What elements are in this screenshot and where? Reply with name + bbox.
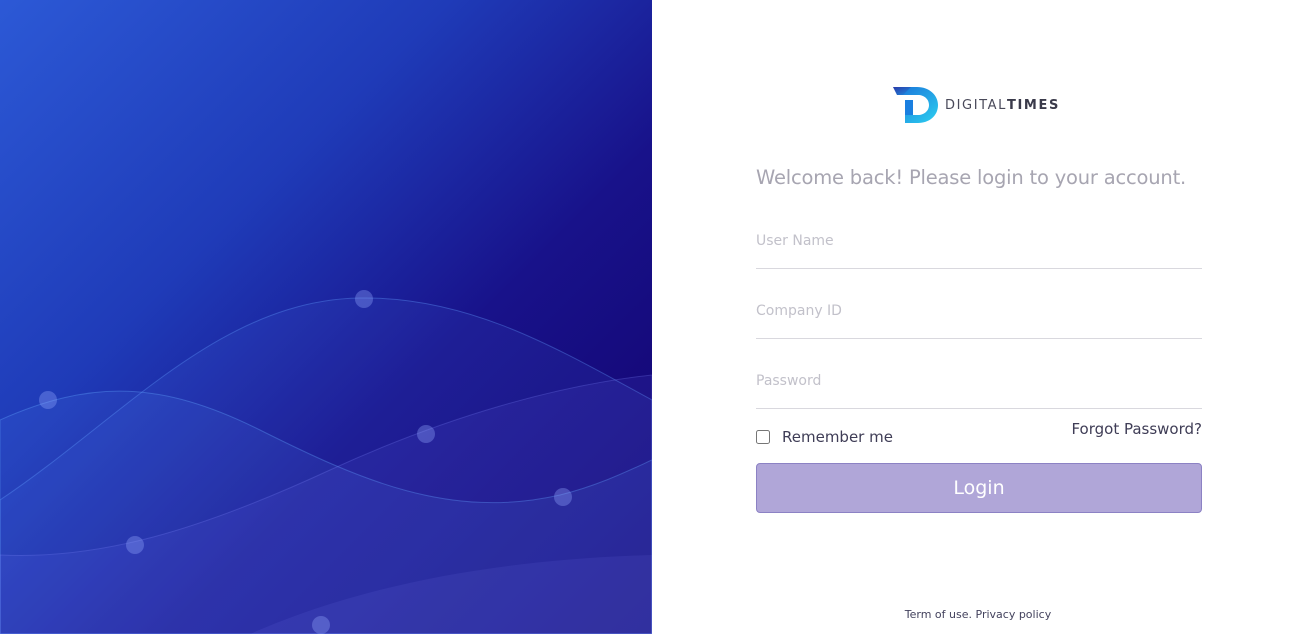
hero-background — [0, 0, 652, 634]
wave-dot — [312, 616, 330, 634]
terms-of-use-link[interactable]: Term of use. — [905, 608, 972, 621]
remember-me-row: Remember me — [756, 428, 893, 446]
welcome-heading: Welcome back! Please login to your accou… — [756, 166, 1187, 189]
login-panel: DIGITALTIMES Welcome back! Please login … — [652, 0, 1304, 634]
remember-me-checkbox[interactable] — [756, 430, 770, 444]
username-field-wrapper — [756, 226, 1202, 269]
password-input[interactable] — [756, 366, 1202, 396]
wave-illustration — [0, 290, 652, 634]
remember-me-label[interactable]: Remember me — [782, 428, 893, 446]
company-id-input[interactable] — [756, 296, 1202, 326]
privacy-policy-link[interactable]: Privacy policy — [976, 608, 1052, 621]
login-button[interactable]: Login — [756, 463, 1202, 513]
wave-dot — [39, 391, 57, 409]
wave-dot — [355, 290, 373, 308]
username-input[interactable] — [756, 226, 1202, 256]
digitaltimes-d-logo-icon — [893, 87, 938, 123]
brand-name-regular: DIGITAL — [945, 97, 1008, 113]
footer-links: Term of use. Privacy policy — [652, 608, 1304, 621]
wave-dot — [417, 425, 435, 443]
brand-logo: DIGITALTIMES — [891, 84, 1060, 126]
forgot-password-link[interactable]: Forgot Password? — [1071, 420, 1202, 438]
wave-dot — [126, 536, 144, 554]
password-field-wrapper — [756, 366, 1202, 409]
company-id-field-wrapper — [756, 296, 1202, 339]
brand-name-bold: TIMES — [1007, 97, 1060, 113]
wave-dot — [554, 488, 572, 506]
brand-name: DIGITALTIMES — [945, 98, 1060, 113]
